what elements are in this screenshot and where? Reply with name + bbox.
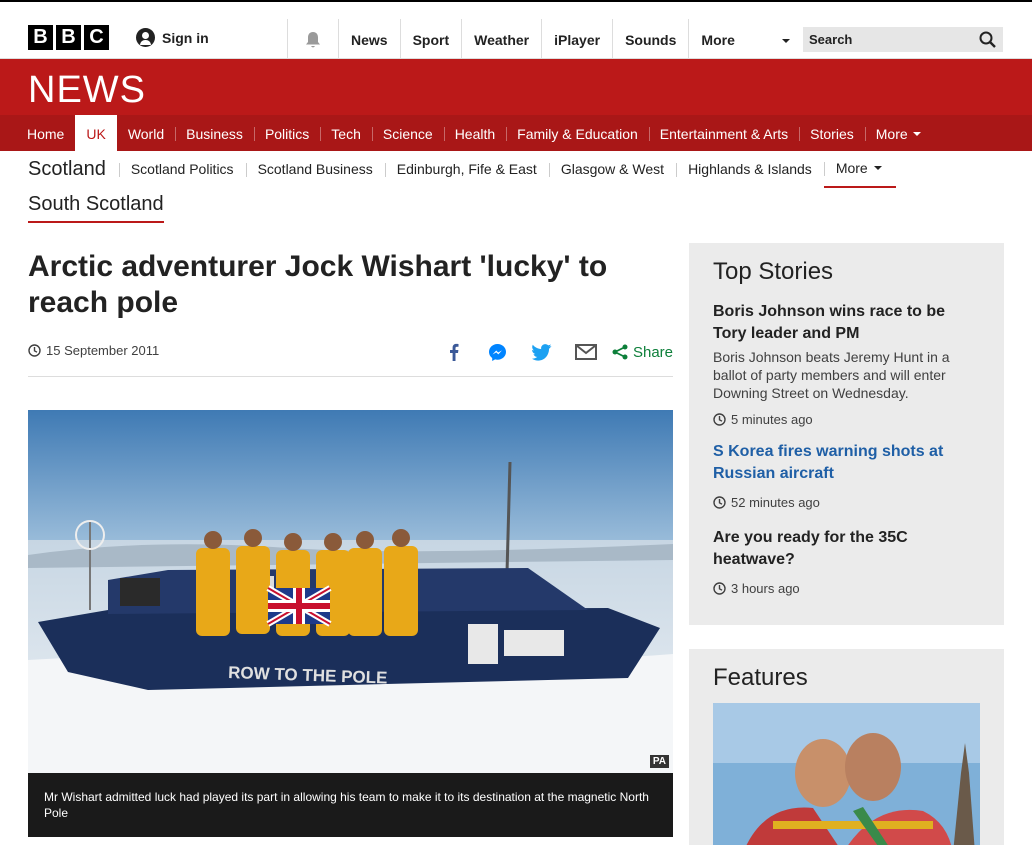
clock-icon [713, 413, 726, 426]
main-nav-science[interactable]: Science [371, 115, 444, 151]
search-icon[interactable] [979, 31, 996, 48]
article-date-text: 15 September 2011 [46, 343, 160, 358]
main-nav-tech[interactable]: Tech [320, 115, 372, 151]
top-story-item[interactable]: Boris Johnson wins race to be Tory leade… [713, 301, 963, 427]
bbc-logo-letter: C [84, 25, 109, 50]
article-photo: ROW TO THE POLE PA [28, 410, 673, 773]
top-story-item[interactable]: Are you ready for the 35C heatwave? 3 ho… [713, 527, 963, 596]
clock-icon [713, 582, 726, 595]
account-icon [136, 28, 155, 47]
top-nav-more-label: More [701, 32, 735, 48]
main-nav: Home UK World Business Politics Tech Sci… [0, 115, 1032, 151]
sub-nav-scotland-business[interactable]: Scotland Business [245, 151, 385, 187]
news-wordmark[interactable]: NEWS [28, 69, 146, 112]
features-panel: Features [689, 649, 1004, 845]
twitter-share-button[interactable] [520, 339, 564, 365]
arctic-boat-photo: ROW TO THE POLE [28, 410, 673, 773]
main-nav-stories[interactable]: Stories [799, 115, 865, 151]
bbc-logo[interactable]: B B C [28, 25, 109, 50]
sign-in-button[interactable]: Sign in [136, 28, 209, 47]
top-nav-news[interactable]: News [338, 19, 400, 61]
top-nav-more[interactable]: More [688, 19, 798, 61]
top-nav-sport[interactable]: Sport [399, 19, 462, 61]
facebook-share-button[interactable] [432, 339, 476, 365]
main-nav-more-label: More [875, 126, 908, 142]
main-nav-uk[interactable]: UK [75, 115, 117, 151]
article-headline: Arctic adventurer Jock Wishart 'lucky' t… [28, 250, 608, 319]
main-nav-entertainment-arts[interactable]: Entertainment & Arts [648, 115, 799, 151]
top-story-time-text: 5 minutes ago [731, 412, 813, 427]
sub-nav-more-label: More [835, 160, 868, 176]
top-story-time: 3 hours ago [713, 581, 963, 596]
notifications-button[interactable] [287, 19, 337, 61]
top-story-time-text: 52 minutes ago [731, 495, 820, 510]
photo-credit: PA [649, 755, 669, 768]
facebook-icon [449, 343, 459, 361]
share-icon [612, 344, 628, 360]
main-nav-world[interactable]: World [117, 115, 175, 151]
bbc-logo-letter: B [56, 25, 81, 50]
sub-nav-section-scotland[interactable]: Scotland [28, 151, 106, 187]
photo-caption: Mr Wishart admitted luck had played its … [28, 773, 673, 837]
main-nav-home[interactable]: Home [16, 115, 75, 151]
main-nav-politics[interactable]: Politics [253, 115, 320, 151]
email-share-button[interactable] [564, 339, 608, 365]
article-meta: 15 September 2011 Share [28, 337, 673, 377]
chevron-down-icon [912, 132, 921, 140]
main-nav-family-education[interactable]: Family & Education [506, 115, 649, 151]
main-nav-more[interactable]: More [864, 115, 932, 151]
top-story-time: 52 minutes ago [713, 495, 963, 510]
main-nav-business[interactable]: Business [175, 115, 254, 151]
main-nav-health[interactable]: Health [443, 115, 506, 151]
sub-nav-highlands-islands[interactable]: Highlands & Islands [676, 151, 824, 187]
clock-icon [28, 344, 41, 357]
chevron-down-icon [782, 39, 791, 47]
sub-nav-edinburgh-fife-east[interactable]: Edinburgh, Fife & East [384, 151, 549, 187]
bbc-logo-letter: B [28, 25, 53, 50]
twitter-icon [531, 343, 552, 361]
top-story-title[interactable]: Are you ready for the 35C heatwave? [713, 527, 963, 571]
messenger-icon [489, 343, 507, 361]
bell-icon [306, 32, 320, 48]
search-input[interactable] [803, 27, 973, 52]
share-tools: Share [432, 339, 673, 365]
features-heading: Features [713, 664, 808, 691]
feature-image[interactable] [713, 703, 980, 845]
top-nav-weather[interactable]: Weather [461, 19, 541, 61]
top-nav-iplayer[interactable]: iPlayer [541, 19, 612, 61]
chevron-down-icon [873, 166, 882, 174]
top-nav: News Sport Weather iPlayer Sounds More [338, 19, 798, 61]
top-story-title[interactable]: Boris Johnson wins race to be Tory leade… [713, 301, 963, 345]
sub-nav: Scotland Scotland Politics Scotland Busi… [28, 150, 896, 188]
article-date: 15 September 2011 [28, 343, 159, 358]
messenger-share-button[interactable] [476, 339, 520, 365]
news-band: NEWS [0, 59, 1032, 115]
sub-section-south-scotland[interactable]: South Scotland [28, 193, 164, 223]
clock-icon [713, 496, 726, 509]
share-label: Share [632, 343, 673, 361]
email-icon [574, 344, 597, 360]
top-story-title[interactable]: S Korea fires warning shots at Russian a… [713, 441, 963, 485]
top-stories-heading: Top Stories [713, 258, 834, 285]
share-button[interactable]: Share [612, 344, 673, 361]
top-story-item[interactable]: S Korea fires warning shots at Russian a… [713, 441, 963, 510]
top-story-time: 5 minutes ago [713, 412, 963, 427]
sub-nav-scotland-politics[interactable]: Scotland Politics [118, 151, 246, 187]
sign-in-label: Sign in [162, 29, 209, 46]
search-box [803, 27, 1003, 52]
feature-photo [713, 703, 980, 845]
masthead: B B C Sign in News Sport Weather iPlayer… [0, 0, 1032, 61]
top-story-summary: Boris Johnson beats Jeremy Hunt in a bal… [713, 349, 950, 401]
sub-nav-glasgow-west[interactable]: Glasgow & West [548, 151, 676, 187]
top-story-time-text: 3 hours ago [731, 581, 800, 596]
sub-nav-more[interactable]: More [823, 150, 896, 188]
top-nav-sounds[interactable]: Sounds [612, 19, 688, 61]
top-stories-panel: Top Stories Boris Johnson wins race to b… [689, 243, 1004, 625]
